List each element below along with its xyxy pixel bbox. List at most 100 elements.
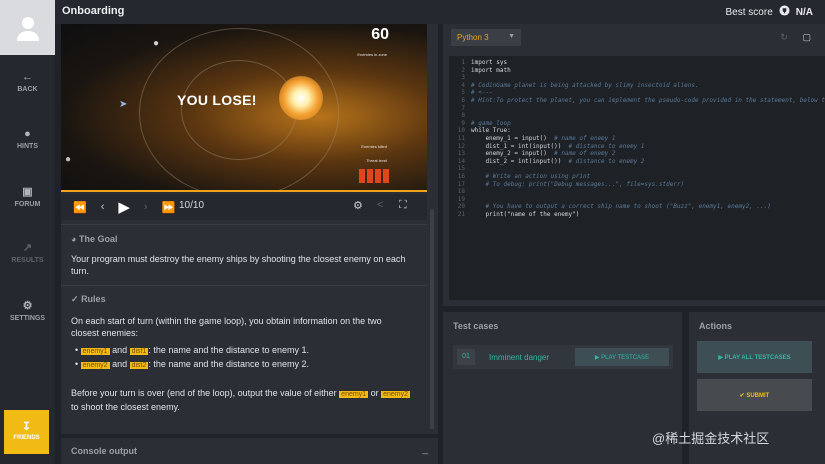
code-editor-panel: Python 3 ▼ ↻ ▢ 1 2 3 4 5 6 7 8 9 10 11 12 13 14 15 16 17… — [443, 24, 825, 306]
sidebar-item-hints[interactable]: ● HINTS — [0, 128, 55, 150]
enemies-in-zone-label: Enemies in zone — [357, 52, 387, 57]
goal-icon: ◕ — [71, 234, 77, 244]
step-back-icon[interactable]: ‹ — [101, 201, 105, 213]
minimize-icon[interactable]: _ — [422, 444, 428, 455]
sidebar-item-label: SETTINGS — [9, 315, 45, 322]
refresh-icon[interactable]: ↻ — [780, 32, 788, 42]
line-number: 2 — [461, 66, 465, 74]
code-line: import math — [471, 66, 511, 74]
line-number: 1 — [461, 59, 465, 66]
sidebar-item-label: RESULTS — [11, 257, 44, 264]
bullet-text: : the name and the distance to enemy 1. — [148, 345, 309, 355]
rules-text: On each start of turn (within the game l… — [71, 316, 382, 338]
code-line: enemy_2 = input() # name of enemy 2 — [471, 150, 616, 158]
step-forward-icon[interactable]: › — [144, 201, 148, 213]
enemies-killed-label: Enemies killed — [361, 144, 387, 149]
play-testcase-button[interactable]: ▶ PLAY TESTCASE — [575, 348, 669, 366]
rules-heading: ✓ Rules — [71, 294, 106, 305]
code-line: # Write an action using print — [485, 172, 591, 180]
submit-button[interactable]: ✔ SUBMIT — [697, 379, 812, 411]
code-lines[interactable]: import sys import math # CodinGame planet … — [471, 59, 825, 218]
code-line: while True: — [471, 127, 511, 135]
trophy-icon — [779, 5, 790, 19]
line-number: 14 — [457, 157, 465, 165]
line-number: 19 — [457, 195, 465, 203]
best-score-value: N/A — [795, 6, 813, 18]
line-number: 12 — [457, 142, 465, 150]
play-icon[interactable]: ▶ — [118, 198, 130, 216]
line-number: 18 — [457, 188, 465, 196]
code-line: print("name of the enemy") — [471, 210, 580, 218]
user-icon — [16, 16, 39, 41]
best-score-label: Best score — [725, 6, 773, 18]
game-viewer[interactable]: ➤ ● ● YOU LOSE! 60 Enemies in zone Enemi… — [61, 24, 427, 192]
rewind-icon[interactable]: ⏪ — [73, 201, 87, 214]
rule-bullet: • enemy1 and dist1: the name and the dis… — [75, 345, 309, 355]
score-display: 60 — [371, 26, 389, 43]
arrow-left-icon: ← — [22, 71, 33, 83]
statement-scrollbar[interactable] — [430, 209, 434, 429]
gear-icon[interactable]: ⚙ — [353, 199, 363, 212]
bullet-text: : the name and the distance to enemy 2. — [148, 359, 309, 369]
line-number: 21 — [457, 210, 465, 218]
code-highlight: dist1 — [129, 348, 149, 355]
goal-heading: ◕ The Goal — [71, 234, 117, 244]
actions-title: Actions — [699, 321, 733, 331]
watermark: @稀土掘金技术社区 — [652, 431, 770, 446]
player-controls: ⏪ ‹ ▶ › ⏩ 10/10 ⚙ < ⛶ — [61, 194, 427, 220]
test-case-row[interactable]: 01 Imminent danger ▶ PLAY TESTCASE — [453, 345, 673, 369]
divider — [61, 224, 427, 225]
test-cases-panel: Test cases 01 Imminent danger ▶ PLAY TES… — [443, 312, 682, 464]
friends-button[interactable]: ↧ FRIENDS — [4, 410, 49, 454]
line-number: 8 — [461, 112, 465, 120]
asteroid-icon: ● — [65, 154, 72, 165]
rule-bullet: • enemy2 and dist2: the name and the dis… — [75, 359, 309, 369]
goal-text: Your program must destroy the enemy ship… — [71, 254, 406, 276]
line-number: 4 — [461, 81, 465, 89]
language-select[interactable]: Python 3 ▼ — [451, 29, 521, 46]
code-highlight: enemy1 — [80, 348, 110, 355]
sidebar-item-label: BACK — [17, 86, 38, 93]
play-all-testcases-button[interactable]: ▶ PLAY ALL TESTCASES — [697, 341, 812, 373]
code-highlight: enemy1 — [339, 391, 369, 398]
explosion — [279, 76, 323, 120]
sidebar-item-back[interactable]: ← BACK — [0, 71, 55, 93]
bullet-and: and — [109, 359, 130, 369]
code-line: # Hint:To protect the planet, you can im… — [471, 96, 825, 104]
sidebar: ← BACK ● HINTS ▣ FORUM ↗ RESULTS ⚙ SETTI… — [0, 55, 55, 464]
line-number: 17 — [457, 180, 465, 188]
output-text-part: or — [368, 388, 379, 398]
top-bar: Onboarding Best score N/A — [0, 0, 825, 24]
gear-icon: ⚙ — [22, 300, 33, 312]
download-icon: ↧ — [21, 421, 32, 433]
code-area[interactable]: 1 2 3 4 5 6 7 8 9 10 11 12 13 14 15 16 17 18 19 20 21 import… — [449, 56, 825, 300]
test-cases-title: Test cases — [453, 321, 499, 331]
sidebar-item-forum[interactable]: ▣ FORUM — [0, 185, 55, 208]
you-lose-text: YOU LOSE! — [177, 92, 257, 108]
fullscreen-icon[interactable]: ⛶ — [399, 199, 407, 212]
threat-meter — [359, 169, 389, 183]
code-line: # CodinGame planet is being attacked by … — [471, 81, 699, 89]
avatar[interactable] — [0, 0, 55, 55]
fast-forward-icon[interactable]: ⏩ — [162, 201, 176, 214]
code-highlight: enemy2 — [381, 391, 411, 398]
line-number: 10 — [457, 127, 465, 135]
expand-icon[interactable]: ▢ — [802, 32, 811, 42]
rules-title: Rules — [81, 294, 106, 304]
sidebar-item-settings[interactable]: ⚙ SETTINGS — [0, 299, 55, 322]
radar-ring — [181, 60, 297, 160]
code-highlight: enemy2 — [80, 362, 110, 369]
console-panel: Console output _ — [61, 438, 438, 464]
line-number: 15 — [457, 165, 465, 173]
code-line: dist_2 = int(input()) # distance to enem… — [471, 157, 645, 165]
line-number: 11 — [457, 134, 465, 142]
lightbulb-icon: ● — [24, 128, 31, 140]
output-text-part: Before your turn is over (end of the loo… — [71, 388, 340, 398]
line-number: 3 — [461, 74, 465, 82]
page-title: Onboarding — [62, 5, 125, 17]
share-icon[interactable]: < — [377, 199, 383, 211]
editor-icons: ↻ ▢ — [780, 32, 811, 43]
sidebar-item-results[interactable]: ↗ RESULTS — [0, 241, 55, 264]
